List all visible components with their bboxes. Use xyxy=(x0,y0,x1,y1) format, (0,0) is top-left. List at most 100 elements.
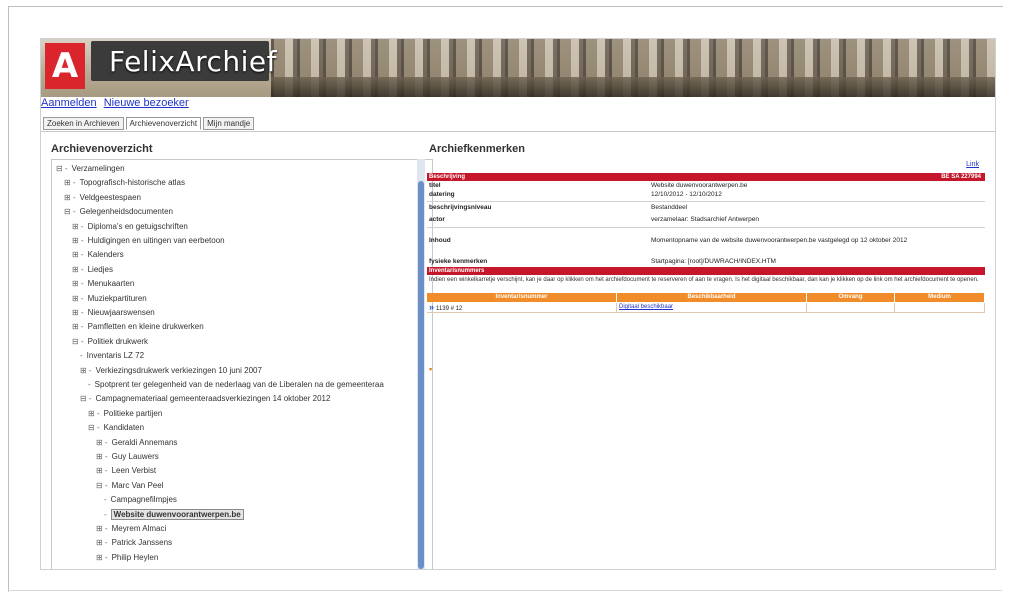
tree-expander-icon[interactable]: ⊟ - xyxy=(56,164,68,173)
new-visitor-link[interactable]: Nieuwe bezoeker xyxy=(104,97,189,109)
tree-expander-icon[interactable]: ⊞ - xyxy=(96,438,108,447)
pdf-icon[interactable]: ▪ xyxy=(429,364,437,374)
tree-expander-icon[interactable]: ⊟ - xyxy=(80,394,92,403)
login-link[interactable]: Aanmelden xyxy=(41,97,97,109)
inventory-info-text: Indien een winkelkarretje verschijnt, ka… xyxy=(429,277,979,283)
inventory-number: 1139 # 12 xyxy=(436,306,463,312)
tree-expander-icon[interactable]: - xyxy=(104,495,107,504)
tree-item[interactable]: - Campagnefilmpjes xyxy=(104,493,177,507)
field-row: beschrijvingsniveau Bestanddeel xyxy=(427,204,985,212)
tab-my-basket[interactable]: Mijn mandje xyxy=(203,117,255,130)
tree-expander-icon[interactable]: ⊞ - xyxy=(72,279,84,288)
tree-expander-icon[interactable]: ⊞ - xyxy=(72,294,84,303)
tree-expander-icon[interactable]: ⊟ - xyxy=(64,207,76,216)
field-row: datering 12/10/2012 - 12/10/2012 xyxy=(427,191,985,199)
tree-expander-icon[interactable]: ⊞ - xyxy=(72,265,84,274)
tree-item[interactable]: ⊞ - Politieke partijen xyxy=(88,407,162,421)
tree-item-label: Campagnefilmpjes xyxy=(110,495,177,505)
logo-icon[interactable]: A xyxy=(45,43,85,89)
tree-item[interactable]: ⊞ - Leen Verbist xyxy=(96,464,156,478)
tree-item[interactable]: ⊞ - Veldgeestespaen xyxy=(64,191,141,205)
tree-expander-icon[interactable]: ⊟ - xyxy=(96,481,108,490)
tab-search-archives[interactable]: Zoeken in Archieven xyxy=(43,117,124,130)
tree-item[interactable]: ⊟ - Gelegenheidsdocumenten xyxy=(64,205,173,219)
tree-expander-icon[interactable]: ⊞ - xyxy=(96,466,108,475)
divider xyxy=(427,227,985,228)
tree-expander-icon[interactable]: ⊞ - xyxy=(72,236,84,245)
tree-item[interactable]: ⊞ - Topografisch-historische atlas xyxy=(64,176,185,190)
tree-item[interactable]: ⊞ - Menukaarten xyxy=(72,277,134,291)
tree-item[interactable]: ⊟ - Politiek drukwerk xyxy=(72,335,148,349)
digital-available-link[interactable]: Digitaal beschikbaar xyxy=(619,304,673,310)
tree-expander-icon[interactable]: - xyxy=(80,351,83,360)
tree-expander-icon[interactable]: ⊞ - xyxy=(72,322,84,331)
tree-item[interactable]: ⊞ - Nieuwjaarswensen xyxy=(72,306,155,320)
tree-expander-icon[interactable]: - xyxy=(88,380,91,389)
tree-expander-icon[interactable]: ⊞ - xyxy=(64,193,76,202)
tree-expander-icon[interactable]: ⊞ - xyxy=(96,553,108,562)
tree-item-label: Campagnemateriaal gemeenteraadsverkiezin… xyxy=(95,394,331,404)
details-pane: Link Beschrijving BE SA 227994 titel Web… xyxy=(427,159,987,569)
tree-scrollbar[interactable] xyxy=(417,159,425,569)
section-inventory-label: Inventarisnummers xyxy=(429,268,485,274)
tree-item[interactable]: - Inventaris LZ 72 xyxy=(80,349,144,363)
tab-archive-overview[interactable]: Archievenoverzicht xyxy=(125,117,202,130)
tree-item-label: Veldgeestespaen xyxy=(79,192,141,202)
header-banner: A FelixArchief xyxy=(41,39,995,97)
tree-expander-icon[interactable]: ⊞ - xyxy=(64,178,76,187)
frame-edge xyxy=(8,590,1002,591)
tree-expander-icon[interactable]: ⊞ - xyxy=(96,524,108,533)
tree-item[interactable]: ⊞ - Kalenders xyxy=(72,248,124,262)
tree-expander-icon[interactable]: ⊞ - xyxy=(72,250,84,259)
tree-item-label: Nieuwjaarswensen xyxy=(87,308,155,317)
tree-item[interactable]: ⊞ - Philip Heylen xyxy=(96,551,158,565)
link-button[interactable]: Link xyxy=(966,161,979,168)
tree-expander-icon[interactable]: ⊞ - xyxy=(72,308,84,317)
inventory-table-header: Inventarisnummer Beschikbaarheid Omvang … xyxy=(427,293,985,302)
tree-item[interactable]: ⊞ - Muziekpartituren xyxy=(72,292,147,306)
availability-cell: Digitaal beschikbaar xyxy=(617,303,807,312)
col-availability: Beschikbaarheid xyxy=(617,293,807,302)
tree-item-label: Patrick Janssens xyxy=(111,538,173,548)
tree-item[interactable]: ⊞ - Geraldi Annemans xyxy=(96,436,177,450)
tree-expander-icon[interactable]: ⊞ - xyxy=(80,366,92,375)
tree-item[interactable]: ⊟ - Campagnemateriaal gemeenteraadsverkie… xyxy=(80,392,330,406)
tree-item[interactable]: ⊞ - Verkiezingsdrukwerk verkiezingen 10 j… xyxy=(80,364,262,378)
field-label: titel xyxy=(429,182,441,189)
tree-item[interactable]: ⊞ - Guy Lauwers xyxy=(96,450,159,464)
tree-expander-icon[interactable]: ⊞ - xyxy=(96,452,108,461)
logo-letter: A xyxy=(51,46,79,86)
section-description-bar: Beschrijving BE SA 227994 xyxy=(427,173,985,181)
tree-expander-icon[interactable]: ⊞ - xyxy=(88,409,100,418)
tree-item[interactable]: ⊟ - Kandidaten xyxy=(88,421,144,435)
field-row: titel Website duwenvoorantwerpen.be xyxy=(427,182,985,190)
tree-expander-icon[interactable]: ⊟ - xyxy=(72,337,84,346)
tree-item[interactable]: ⊟ - Verzamelingen xyxy=(56,162,125,176)
inventory-table-row: » 1139 # 12 Digitaal beschikbaar xyxy=(427,303,985,313)
tree-item[interactable]: ⊟ - Marc Van Peel xyxy=(96,479,163,493)
logo-text[interactable]: FelixArchief xyxy=(109,45,277,78)
tree-item-label: Kalenders xyxy=(87,250,124,260)
tree-expander-icon[interactable]: ⊞ - xyxy=(72,222,84,231)
tree-item[interactable]: ⊞ - Pamfletten en kleine drukwerken xyxy=(72,320,204,334)
tree-item[interactable]: ⊞ - Diploma's en getuigschriften xyxy=(72,220,188,234)
tree-item[interactable]: - Spotprent ter gelegenheid van de nederl… xyxy=(88,378,384,392)
inventory-number-cell: » 1139 # 12 xyxy=(427,303,617,312)
tree-item-label: Verkiezingsdrukwerk verkiezingen 10 juni… xyxy=(95,365,262,375)
tree-item[interactable]: ⊞ - Patrick Janssens xyxy=(96,536,172,550)
tree-expander-icon[interactable]: ⊞ - xyxy=(96,538,108,547)
left-pane-title: Archievenoverzicht xyxy=(51,143,153,155)
size-cell xyxy=(807,303,895,312)
tree-expander-icon[interactable]: - xyxy=(104,510,107,519)
tree-item-label: Gelegenheidsdocumenten xyxy=(79,207,173,217)
col-inventory-number: Inventarisnummer xyxy=(427,293,617,302)
archive-tree[interactable]: ⊟ - Verzamelingen ⊞ - Topografisch-historis… xyxy=(51,159,433,569)
tree-item[interactable]: ⊞ - Huldigingen en uitingen van eerbetoon xyxy=(72,234,225,248)
scrollbar-thumb[interactable] xyxy=(418,181,424,569)
tree-item-selected[interactable]: - Website duwenvoorantwerpen.be xyxy=(104,508,244,522)
tree-item[interactable]: ⊞ - Meyrem Almaci xyxy=(96,522,166,536)
tree-item[interactable]: ⊞ - Liedjes xyxy=(72,263,113,277)
tree-item-label: Kandidaten xyxy=(103,423,145,433)
expand-chevron-icon[interactable]: » xyxy=(429,302,434,312)
tree-expander-icon[interactable]: ⊟ - xyxy=(88,423,100,432)
